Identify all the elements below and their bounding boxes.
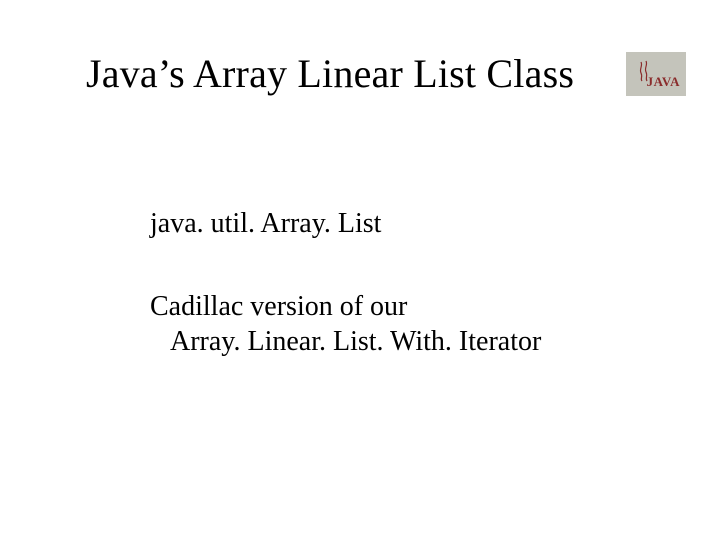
body-line-3: Array. Linear. List. With. Iterator xyxy=(150,324,541,359)
slide: Java’s Array Linear List Class JAVA java… xyxy=(0,0,720,540)
body-block-2: Cadillac version of our Array. Linear. L… xyxy=(150,289,541,359)
slide-title: Java’s Array Linear List Class xyxy=(86,52,574,96)
slide-body: java. util. Array. List Cadillac version… xyxy=(150,206,541,359)
body-line-2: Cadillac version of our xyxy=(150,289,541,324)
body-line-1: java. util. Array. List xyxy=(150,206,541,241)
java-logo: JAVA xyxy=(626,52,686,96)
java-logo-text: JAVA xyxy=(647,74,680,90)
java-logo-inner: JAVA xyxy=(626,52,686,96)
